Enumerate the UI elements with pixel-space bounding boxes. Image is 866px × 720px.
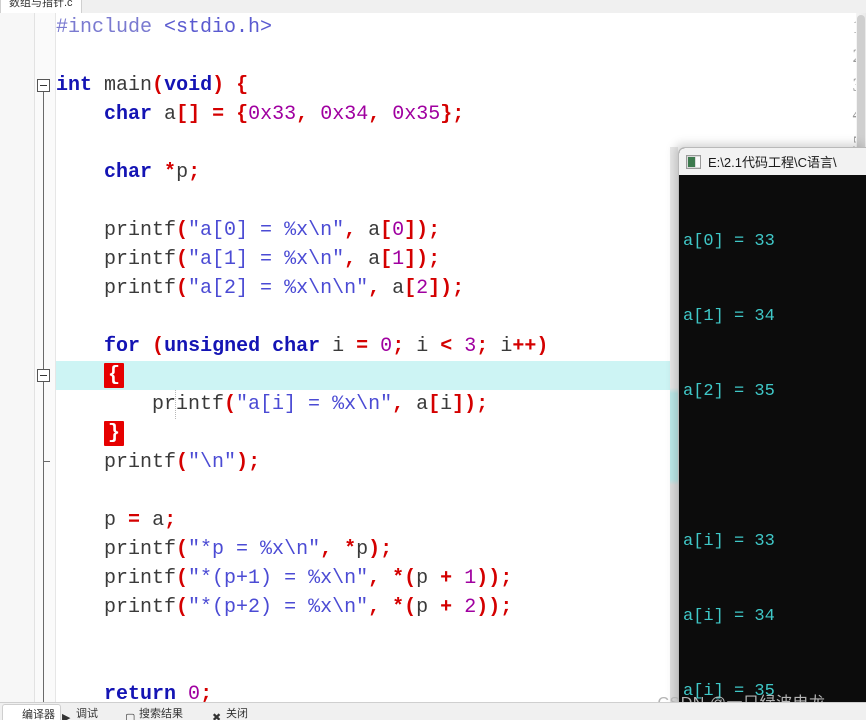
bottom-tab-compiler[interactable]: 编译器 [2,704,61,720]
console-title-text: E:\2.1代码工程\C语言\ [708,155,837,170]
fold-column [35,13,55,703]
search-results-icon: ▢ [125,711,136,720]
fold-toggle-main[interactable] [37,79,50,92]
console-line: a[i] = 35 [683,682,775,701]
fold-guide-main-lower [43,461,44,703]
code-line-4[interactable]: char a[] = {0x33, 0x34, 0x35}; [56,100,866,129]
bottom-tab-label: 调试 [76,708,98,720]
brace-match-close: } [104,421,125,446]
brace-match-open: { [104,363,125,388]
code-line-2[interactable] [56,42,866,71]
console-window[interactable]: E:\2.1代码工程\C语言\ a[0] = 33 a[1] = 34 a[2]… [678,147,866,720]
console-line: a[i] = 33 [683,532,775,551]
console-line: a[2] = 35 [683,382,775,401]
console-title-bar[interactable]: E:\2.1代码工程\C语言\ [679,148,866,176]
console-line: a[1] = 34 [683,307,775,326]
console-app-icon [686,154,701,169]
tab-file-active[interactable]: 数组与指针.c [0,0,82,13]
tab-label: 数组与指针.c [9,0,73,9]
bottom-tab-close[interactable]: ✖ 关闭 [212,704,248,720]
line-number-gutter [0,13,34,703]
compiler-icon [8,710,19,720]
editor-tab-strip: 数组与指针.c [0,0,866,14]
debug-icon: ▶ [62,711,71,720]
bottom-tab-label: 搜索结果 [139,708,183,720]
console-line-blank [683,454,866,479]
console-line: a[0] = 33 [683,232,775,251]
bottom-tab-search-results[interactable]: ▢ 搜索结果 [125,704,183,720]
bottom-tab-debug[interactable]: ▶ 调试 [62,704,98,720]
bottom-panel-tabs: 编译器 ▶ 调试 ▢ 搜索结果 ✖ 关闭 [0,702,866,720]
close-icon: ✖ [212,711,222,720]
console-line: a[i] = 34 [683,607,775,626]
editor-edge-strip [670,147,678,720]
bottom-tab-label: 关闭 [226,708,248,720]
bottom-tab-label: 编译器 [22,709,55,720]
code-line-3[interactable]: int main(void) { [56,71,866,100]
fold-guide-main [43,92,44,373]
code-line-1[interactable]: #include <stdio.h> [56,13,866,42]
fold-guide-forblock [43,382,44,461]
fold-end-marker [43,461,50,462]
console-output: a[0] = 33 a[1] = 34 a[2] = 35 a[i] = 33 … [679,175,866,720]
fold-toggle-forblock[interactable] [37,369,50,382]
